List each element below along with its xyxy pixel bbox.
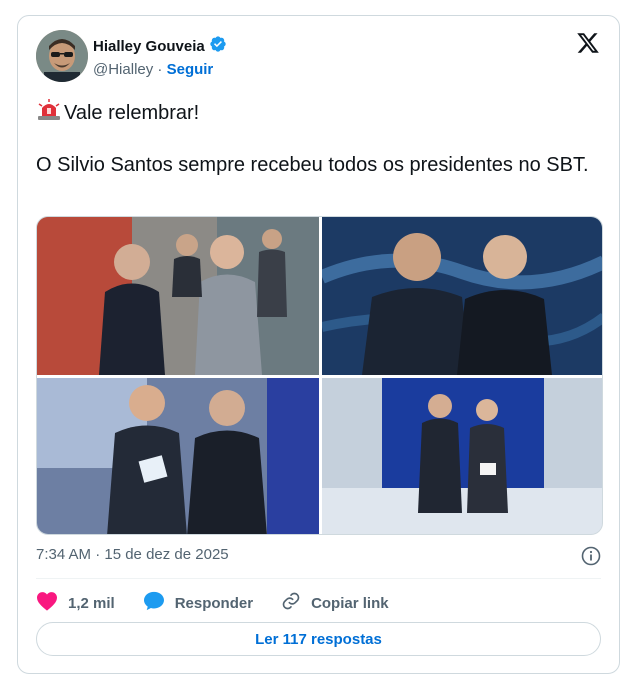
- like-count: 1,2 mil: [68, 594, 115, 612]
- tweet-line1: Vale relembrar!: [64, 101, 200, 124]
- author-name[interactable]: Hialley Gouveia: [93, 35, 227, 57]
- police-light-icon: [36, 98, 62, 128]
- action-bar: 1,2 mil Responder Copiar link: [36, 591, 417, 615]
- read-replies-label: Ler 117 respostas: [255, 630, 382, 648]
- copy-link-label: Copiar link: [311, 594, 389, 612]
- separator: ·: [157, 61, 163, 78]
- link-icon: [281, 591, 301, 615]
- timestamp[interactable]: 7:34 AM · 15 de dez de 2025: [36, 546, 229, 563]
- photo-bolsonaro-silvio[interactable]: [322, 378, 602, 534]
- author-name-text[interactable]: Hialley Gouveia: [93, 38, 205, 55]
- tweet-card: Hialley Gouveia @Hialley · Seguir Vale r…: [17, 15, 620, 674]
- author-handle-row: @Hialley · Seguir: [93, 61, 213, 78]
- media-grid[interactable]: [36, 216, 603, 535]
- copy-link-button[interactable]: Copiar link: [281, 591, 389, 615]
- reply-button[interactable]: Responder: [143, 591, 253, 615]
- info-icon[interactable]: [581, 546, 601, 566]
- divider: [36, 578, 601, 579]
- read-replies-button[interactable]: Ler 117 respostas: [36, 622, 601, 656]
- author-handle[interactable]: @Hialley: [93, 61, 153, 78]
- reply-label: Responder: [174, 594, 254, 612]
- heart-icon: [36, 591, 58, 615]
- x-logo-icon[interactable]: [576, 31, 600, 55]
- avatar[interactable]: [36, 30, 88, 82]
- photo-temer-silvio[interactable]: [37, 378, 319, 534]
- photo-lula-silvio[interactable]: [322, 217, 602, 375]
- tweet-line2: O Silvio Santos sempre recebeu todos os …: [36, 154, 589, 176]
- reply-bubble-icon: [143, 591, 165, 615]
- verified-badge-icon: [209, 35, 227, 57]
- like-button[interactable]: 1,2 mil: [36, 591, 115, 615]
- photo-fhc-silvio[interactable]: [37, 217, 319, 375]
- tweet-text-line1: Vale relembrar!: [36, 98, 199, 128]
- follow-button[interactable]: Seguir: [167, 61, 214, 78]
